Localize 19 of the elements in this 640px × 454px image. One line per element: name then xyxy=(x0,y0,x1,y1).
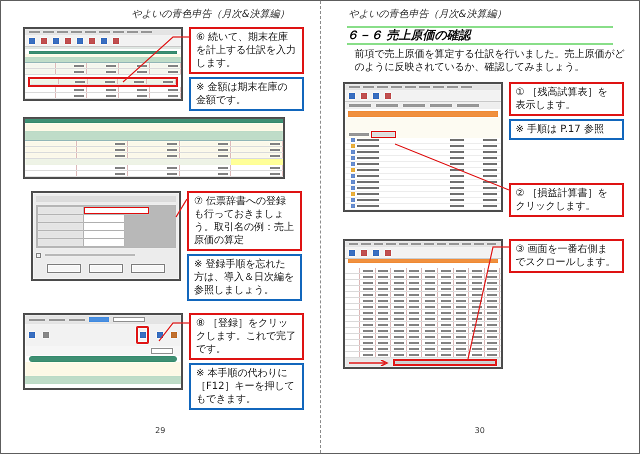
step-callout: ⑧ ［登録］をクリックします。これで完了です。 xyxy=(189,313,304,360)
running-header: やよいの青色申告（月次&決算編） xyxy=(348,8,506,21)
step-callout: ① ［残高試算表］を表示します。 xyxy=(508,82,624,116)
section-title: ６－６ 売上原価の確認 xyxy=(346,26,613,45)
leader-line xyxy=(158,322,189,342)
page-number: 29 xyxy=(155,425,166,437)
note-box: ※ 手順は P.17 参照 xyxy=(508,119,624,140)
leader-line xyxy=(122,36,189,82)
step-callout: ⑥ 続いて、期末在庫を計上する仕訳を入力します。 xyxy=(189,27,304,74)
note-box: ※ 金額は期末在庫の金額です。 xyxy=(189,77,304,111)
step-callout: ③ 画面を一番右側までスクロールします。 xyxy=(508,239,624,273)
step-callout: ② ［損益計算書］をクリックします。 xyxy=(508,183,624,217)
running-header: やよいの青色申告（月次&決算編） xyxy=(132,8,290,21)
note-box: ※ 登録手順を忘れた方は、導入＆日次編を参照しましょう。 xyxy=(187,254,302,301)
leader-line xyxy=(175,198,188,218)
intro-paragraph: 前項で売上原価を算定する仕訳を行いました。売上原価がどのように反映されているか、確認してみましょう。 xyxy=(354,48,626,74)
step-callout: ⑦ 伝票辞書への登録も行っておきましょう。取引名の例：売上原価の算定 xyxy=(187,191,302,251)
note-box: ※ 本手順の代わりに［F12］キーを押してもできます。 xyxy=(189,363,304,410)
page-number: 30 xyxy=(474,425,485,437)
